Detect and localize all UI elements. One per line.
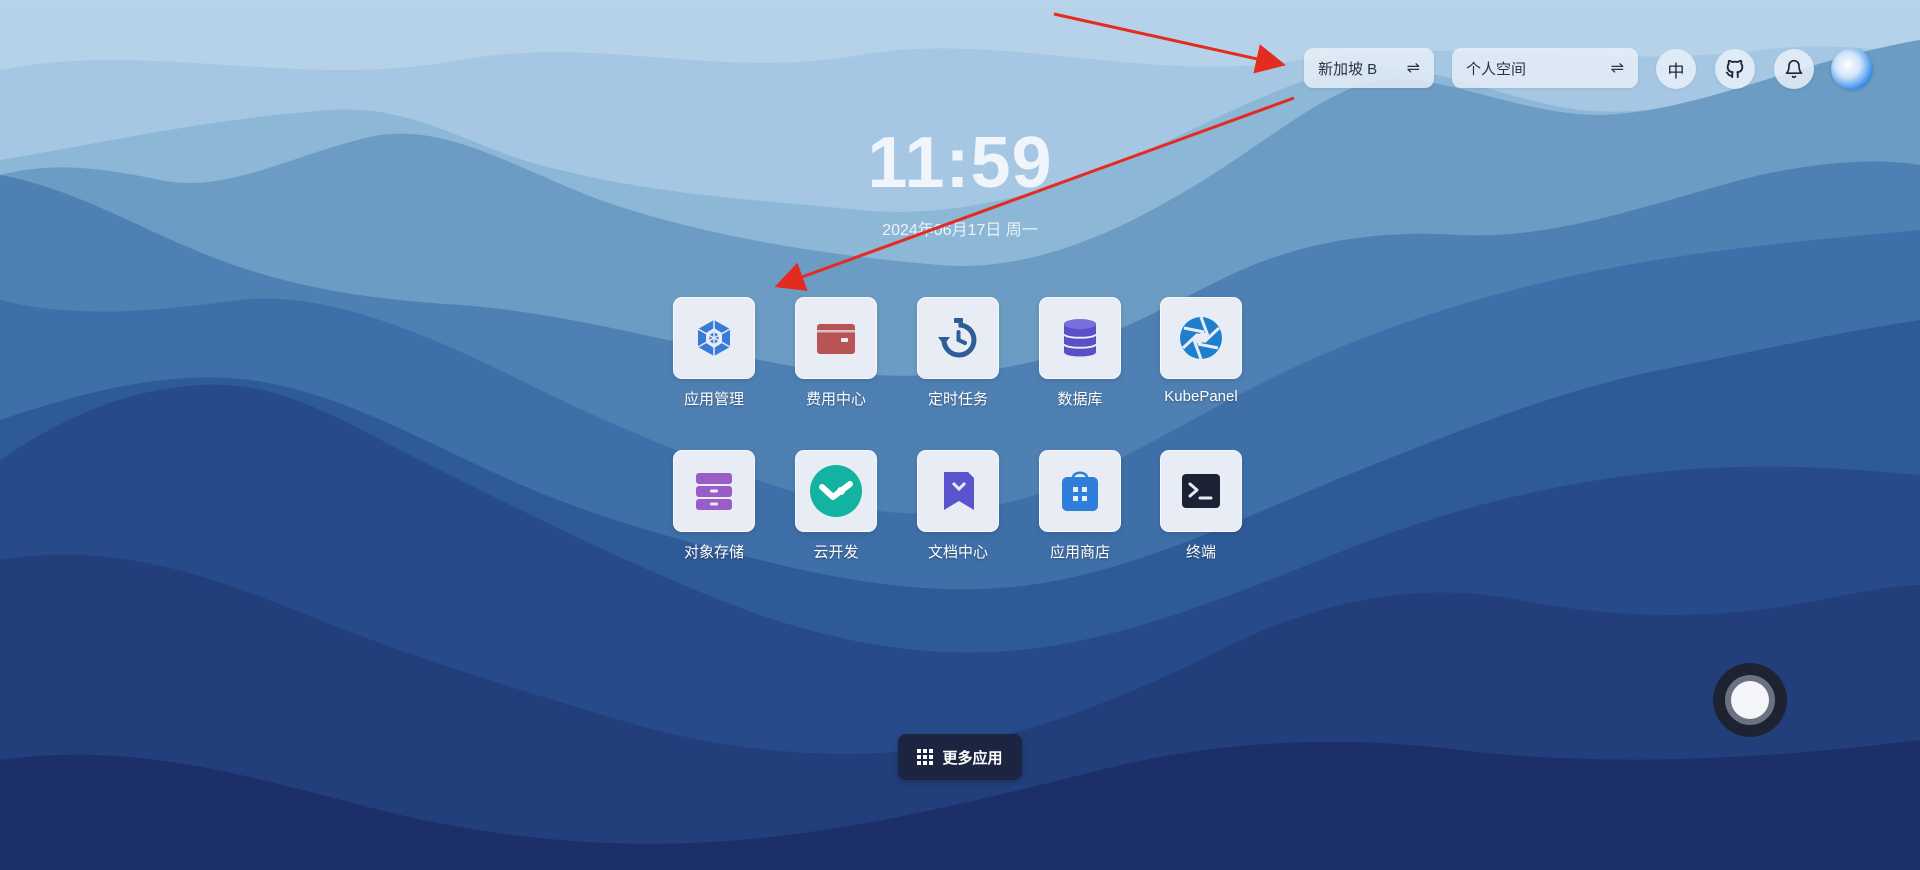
app-store-bag-icon [1062,471,1098,511]
app-item[interactable]: 云开发 [786,450,886,562]
github-icon [1725,59,1744,79]
app-label: 应用管理 [683,391,744,408]
user-avatar[interactable] [1831,48,1873,90]
app-tile[interactable] [917,450,999,532]
notification-button[interactable] [1774,49,1814,89]
region-label: 新加坡 B [1318,60,1378,78]
app-item[interactable]: 数据库 [1030,297,1130,409]
document-bookmark-icon [944,472,974,510]
app-tile[interactable] [1039,450,1121,532]
more-apps-button[interactable]: 更多应用 [898,734,1022,780]
workspace-label: 个人空间 [1466,60,1527,78]
workspace-selector[interactable]: 个人空间 ⇌ [1452,48,1638,88]
stopwatch-icon [938,318,977,358]
app-tile[interactable] [673,297,755,379]
app-label: 应用商店 [1049,544,1110,561]
swap-icon: ⇌ [1610,60,1624,77]
app-tile[interactable] [673,450,755,532]
database-icon [1063,319,1097,357]
app-label: 数据库 [1057,391,1103,408]
app-item[interactable]: 终端 [1151,450,1251,562]
app-item[interactable]: 应用商店 [1030,450,1130,562]
app-tile[interactable] [1039,297,1121,379]
app-item[interactable]: 文档中心 [908,450,1008,562]
app-label: 云开发 [813,544,859,561]
language-button[interactable]: 中 [1656,49,1696,89]
app-label: 定时任务 [927,391,988,408]
bell-icon [1785,59,1803,79]
app-item[interactable]: 定时任务 [908,297,1008,409]
storage-drawer-icon [696,473,732,510]
app-item[interactable]: 费用中心 [786,297,886,409]
app-tile[interactable] [795,450,877,532]
app-label: 终端 [1185,544,1216,561]
clock-time: 11:59 [867,123,1053,203]
aperture-icon [1180,316,1222,360]
app-item[interactable]: 对象存储 [664,450,764,562]
grid-icon [917,749,934,765]
more-apps-label: 更多应用 [942,749,1003,767]
floating-ring [1725,675,1775,725]
language-label: 中 [1667,61,1685,81]
cloud-dev-icon [810,465,862,517]
floating-dot [1731,681,1769,719]
app-tile[interactable] [1160,297,1242,379]
swap-icon: ⇌ [1406,60,1420,77]
app-label: KubePanel [1164,388,1238,405]
region-selector[interactable]: 新加坡 B ⇌ [1304,48,1434,88]
app-label: 费用中心 [805,391,866,408]
app-tile[interactable] [1160,450,1242,532]
wallet-icon [817,324,855,354]
app-management-icon [697,320,731,356]
terminal-icon [1182,474,1220,508]
github-button[interactable] [1715,49,1755,89]
floating-assistant-button[interactable] [1713,663,1787,737]
app-tile[interactable] [795,297,877,379]
app-item[interactable]: 应用管理 [664,297,764,409]
app-label: 对象存储 [683,544,744,561]
clock-date: 2024年06月17日 周一 [882,222,1038,239]
app-item[interactable]: KubePanel [1151,297,1251,405]
app-label: 文档中心 [927,544,988,561]
app-tile[interactable] [917,297,999,379]
